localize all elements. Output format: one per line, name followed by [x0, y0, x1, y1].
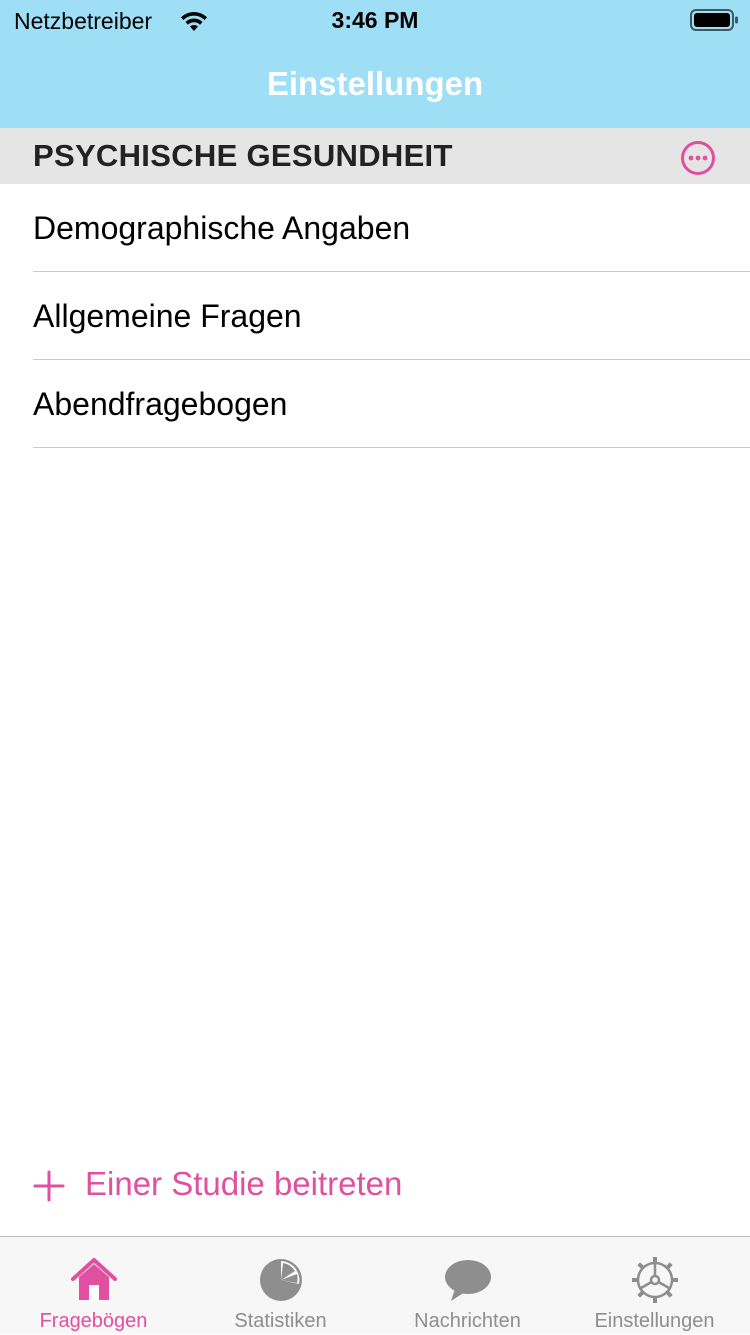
- plus-icon: [33, 1170, 65, 1202]
- section-header: PSYCHISCHE GESUNDHEIT: [0, 128, 750, 184]
- join-study-label: Einer Studie beitreten: [85, 1165, 403, 1202]
- list-item-label: Abendfragebogen: [33, 386, 288, 422]
- tab-label: Nachrichten: [414, 1310, 521, 1332]
- battery-icon: [690, 9, 738, 31]
- clock: 3:46 PM: [331, 7, 419, 33]
- tab-label: Fragebögen: [39, 1310, 148, 1332]
- list-item[interactable]: Abendfragebogen: [33, 360, 750, 448]
- home-icon: [70, 1258, 117, 1300]
- tab-frageboegen[interactable]: Fragebögen: [0, 1237, 187, 1335]
- join-study-button[interactable]: Einer Studie beitreten: [33, 1160, 453, 1210]
- page-title: Einstellungen: [266, 65, 484, 102]
- tab-label: Statistiken: [234, 1310, 327, 1332]
- more-circle-icon[interactable]: [680, 140, 716, 176]
- tab-statistiken[interactable]: Statistiken: [187, 1237, 374, 1335]
- status-bar: Netzbetreiber 3:46 PM: [0, 0, 750, 40]
- list-item[interactable]: Allgemeine Fragen: [33, 272, 750, 360]
- list-item-label: Demographische Angaben: [33, 210, 411, 246]
- tab-bar: Fragebögen Statistiken Nachrichten Einst…: [0, 1236, 750, 1334]
- tab-einstellungen[interactable]: Einstellungen: [561, 1237, 748, 1335]
- tab-label: Einstellungen: [594, 1310, 715, 1332]
- section-title: PSYCHISCHE GESUNDHEIT: [33, 138, 453, 173]
- list-item[interactable]: Demographische Angaben: [33, 184, 750, 272]
- chat-bubble-icon: [444, 1260, 491, 1301]
- tab-nachrichten[interactable]: Nachrichten: [374, 1237, 561, 1335]
- app-header: Netzbetreiber 3:46 PM Einstellungen: [0, 0, 750, 128]
- list-item-label: Allgemeine Fragen: [33, 298, 302, 334]
- gear-icon: [631, 1257, 678, 1303]
- questionnaire-list: Demographische Angaben Allgemeine Fragen…: [0, 184, 750, 448]
- pie-chart-icon: [259, 1259, 302, 1301]
